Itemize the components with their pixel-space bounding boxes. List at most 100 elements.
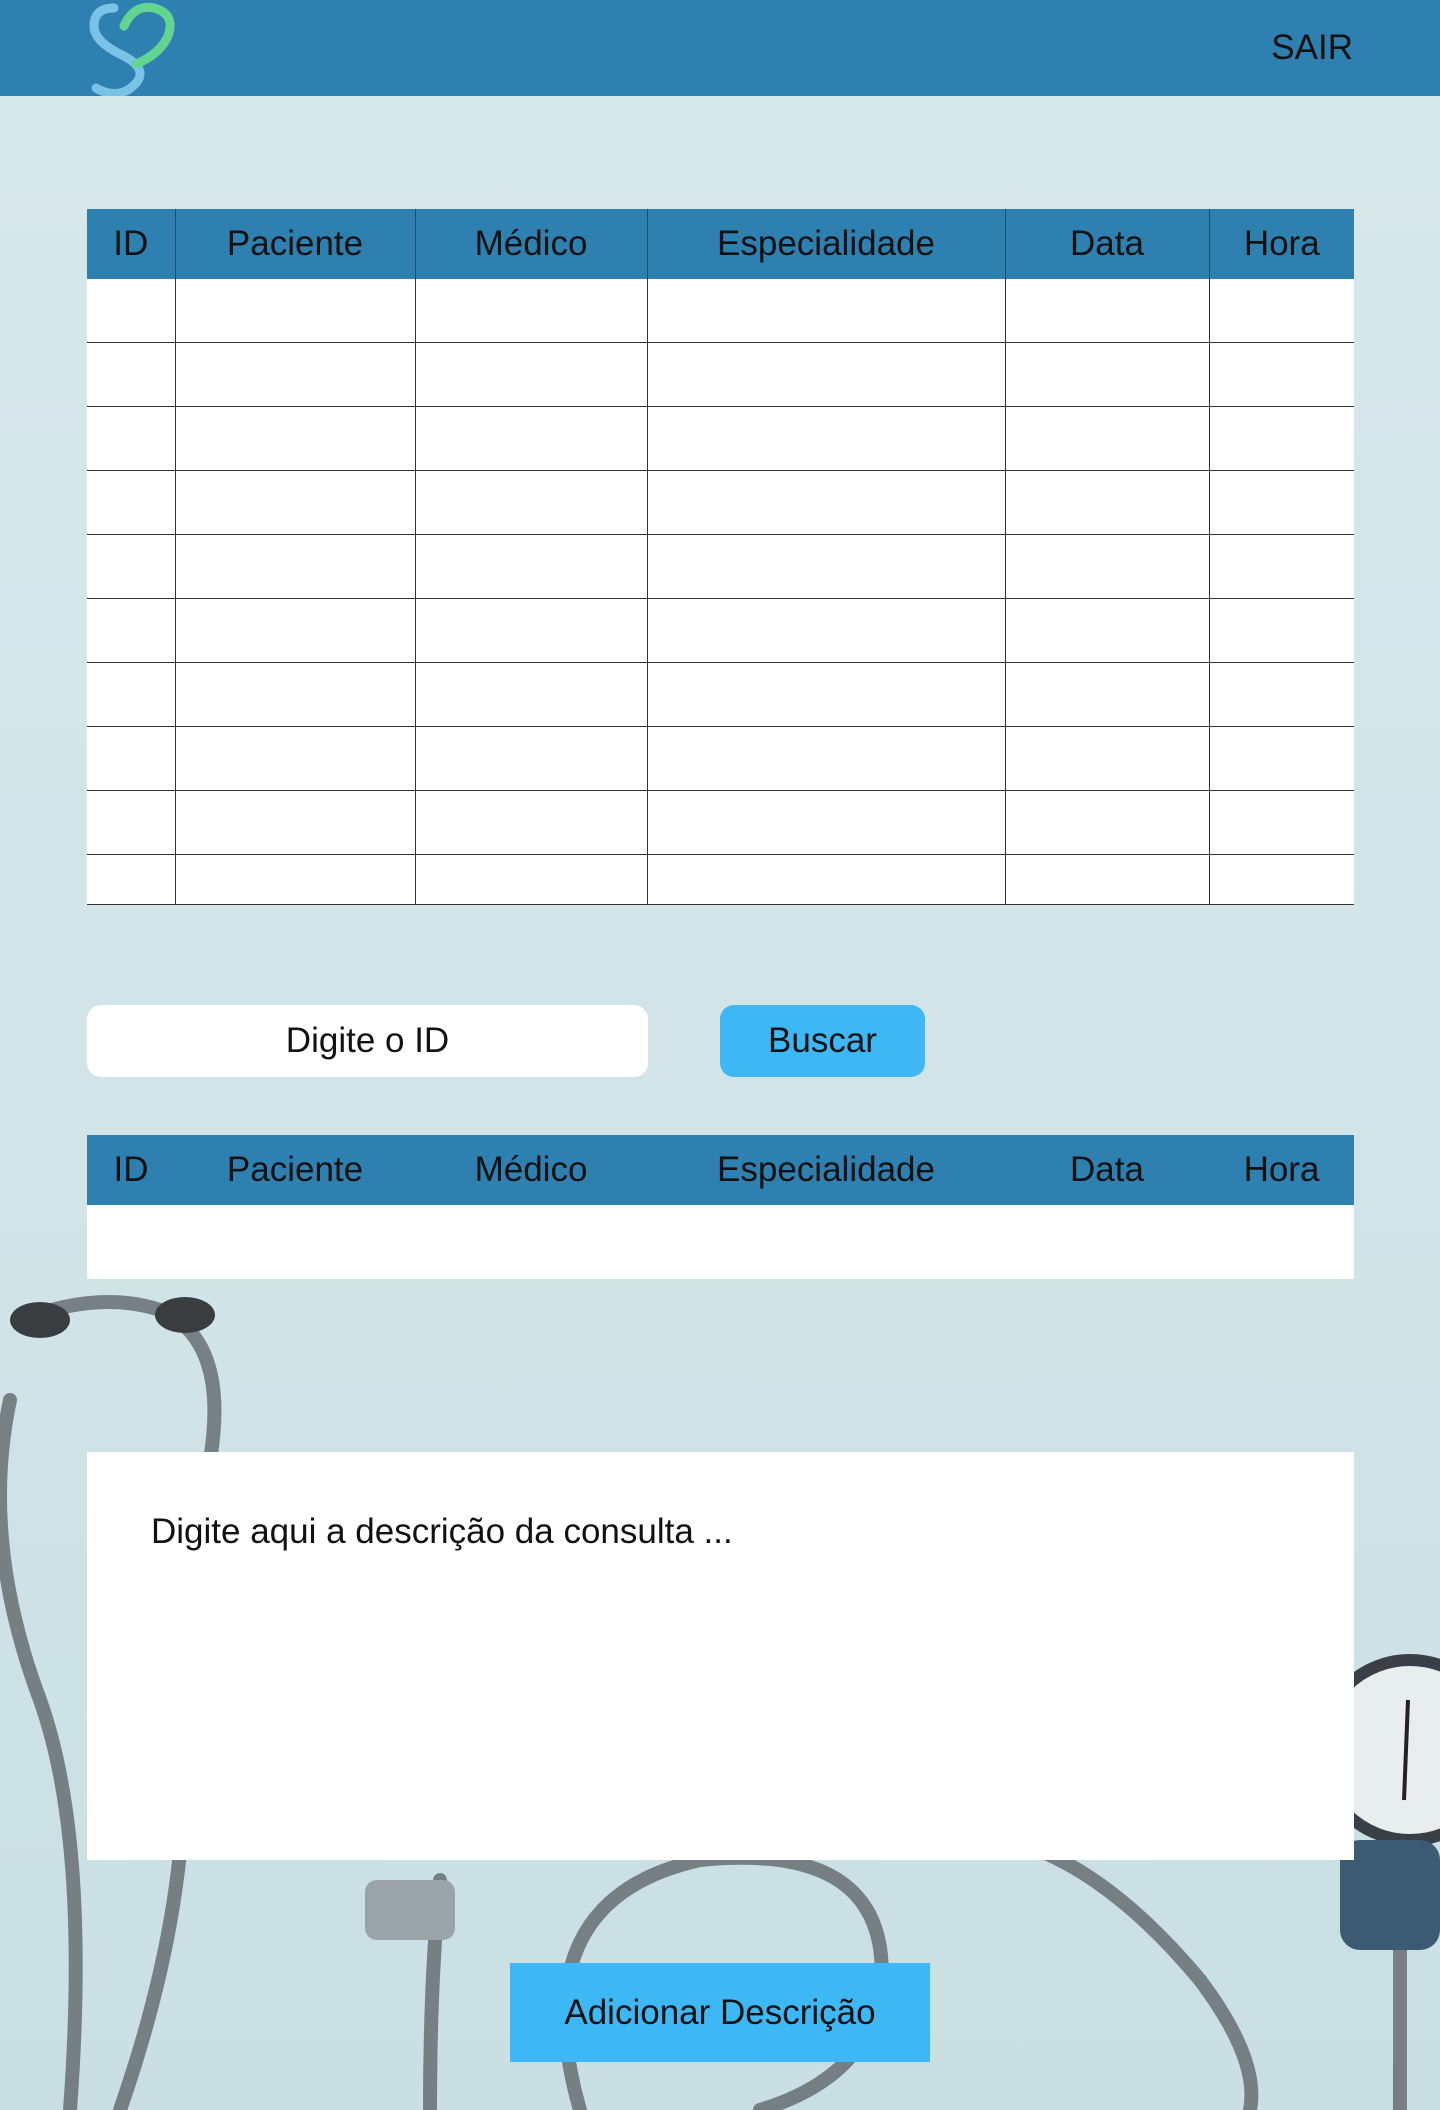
table-cell [1004, 854, 1210, 905]
column-header-specialty: Especialidade [647, 1135, 1005, 1205]
table-cell [1004, 790, 1210, 855]
description-textarea[interactable] [87, 1452, 1354, 1860]
table-cell [1004, 598, 1210, 663]
table-cell [174, 598, 416, 663]
logout-link[interactable]: SAIR [1271, 28, 1353, 68]
table-cell [414, 534, 648, 599]
table-cell [414, 854, 648, 905]
table-cell [646, 534, 1006, 599]
table-cell [174, 534, 416, 599]
table-cell [646, 342, 1006, 407]
table-cell [1208, 406, 1354, 471]
column-header-id: ID [87, 1135, 175, 1205]
table-cell [414, 342, 648, 407]
table-row[interactable] [87, 854, 1354, 905]
table-cell [1208, 790, 1354, 855]
column-header-time: Hora [1209, 1135, 1354, 1205]
search-button[interactable]: Buscar [720, 1005, 925, 1077]
table-cell [87, 854, 176, 905]
table-cell [414, 279, 648, 343]
table-cell [87, 1205, 175, 1279]
table-cell [1208, 662, 1354, 727]
table-cell [87, 662, 176, 727]
id-search-input[interactable] [87, 1005, 648, 1077]
table-cell [1208, 598, 1354, 663]
table-cell [414, 726, 648, 791]
table-cell [414, 790, 648, 855]
table-cell [1004, 406, 1210, 471]
table-row[interactable] [87, 534, 1354, 599]
column-header-patient[interactable]: Paciente [174, 209, 415, 279]
table-cell [646, 662, 1006, 727]
column-header-date[interactable]: Data [1004, 209, 1209, 279]
table-cell [87, 790, 176, 855]
table-cell [174, 662, 416, 727]
table-row[interactable] [87, 726, 1354, 791]
table-row[interactable] [87, 342, 1354, 407]
table-cell [1004, 342, 1210, 407]
table-cell [414, 406, 648, 471]
table-cell [646, 726, 1006, 791]
table-cell [1209, 1205, 1354, 1279]
table-row[interactable] [87, 470, 1354, 535]
table-cell [1208, 279, 1354, 343]
table-header-row: ID Paciente Médico Especialidade Data Ho… [87, 1135, 1354, 1205]
table-cell [646, 790, 1006, 855]
column-header-patient: Paciente [175, 1135, 415, 1205]
table-cell [1208, 470, 1354, 535]
table-cell [646, 406, 1006, 471]
top-bar: SAIR [0, 0, 1440, 96]
table-cell [646, 854, 1006, 905]
table-cell [1005, 1205, 1209, 1279]
column-header-date: Data [1005, 1135, 1209, 1205]
table-cell [646, 470, 1006, 535]
column-header-doctor[interactable]: Médico [414, 209, 647, 279]
appointments-table: ID Paciente Médico Especialidade Data Ho… [87, 209, 1354, 905]
table-cell [1004, 470, 1210, 535]
table-cell [87, 470, 176, 535]
table-cell [1004, 279, 1210, 343]
table-row[interactable] [87, 790, 1354, 855]
table-cell [174, 726, 416, 791]
table-cell [1004, 662, 1210, 727]
table-cell [87, 534, 176, 599]
add-description-button[interactable]: Adicionar Descrição [510, 1963, 930, 2062]
table-cell [174, 279, 416, 343]
table-cell [415, 1205, 647, 1279]
table-cell [1208, 342, 1354, 407]
table-cell [647, 1205, 1005, 1279]
table-cell [414, 470, 648, 535]
table-row[interactable] [87, 662, 1354, 727]
search-result-table: ID Paciente Médico Especialidade Data Ho… [87, 1135, 1354, 1279]
column-header-time[interactable]: Hora [1208, 209, 1354, 279]
table-cell [1208, 534, 1354, 599]
table-cell [174, 406, 416, 471]
table-cell [1004, 534, 1210, 599]
table-cell [174, 342, 416, 407]
table-cell [87, 342, 176, 407]
table-row[interactable] [87, 279, 1354, 343]
table-cell [87, 726, 176, 791]
table-cell [646, 598, 1006, 663]
table-cell [414, 598, 648, 663]
table-cell [87, 598, 176, 663]
table-cell [1004, 726, 1210, 791]
table-cell [174, 470, 416, 535]
table-cell [1208, 726, 1354, 791]
table-cell [174, 854, 416, 905]
column-header-id[interactable]: ID [87, 209, 175, 279]
column-header-specialty[interactable]: Especialidade [646, 209, 1005, 279]
column-header-doctor: Médico [415, 1135, 647, 1205]
table-cell [414, 662, 648, 727]
table-cell [646, 279, 1006, 343]
heart-logo-icon [89, 2, 175, 96]
table-row[interactable] [87, 598, 1354, 663]
table-cell [175, 1205, 415, 1279]
table-cell [174, 790, 416, 855]
table-header-row: ID Paciente Médico Especialidade Data Ho… [87, 209, 1354, 279]
table-cell [1208, 854, 1354, 905]
table-cell [87, 279, 176, 343]
result-row[interactable] [87, 1205, 1354, 1279]
table-row[interactable] [87, 406, 1354, 471]
table-cell [87, 406, 176, 471]
